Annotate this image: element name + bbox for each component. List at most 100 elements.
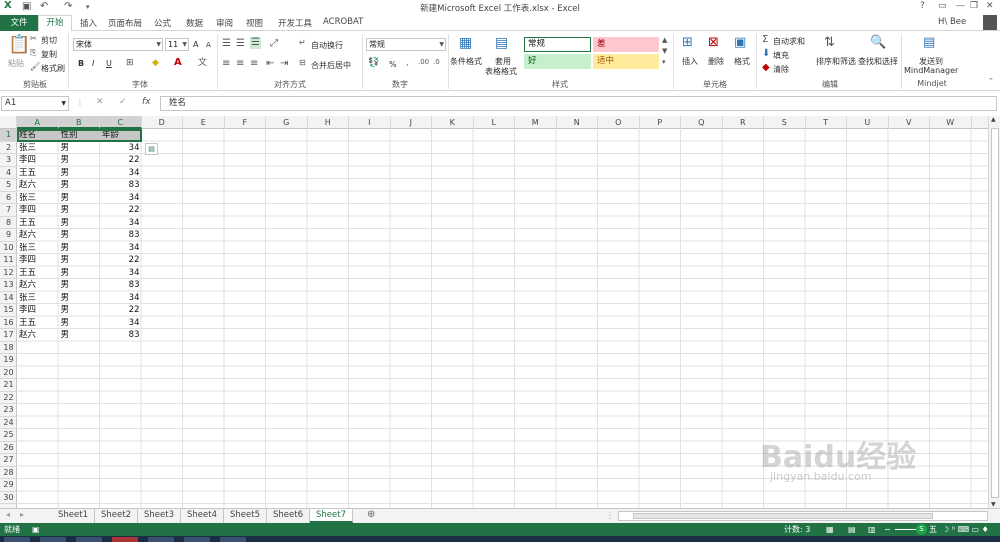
- table-cell[interactable]: 赵六: [17, 329, 59, 342]
- autosum-icon[interactable]: Σ: [762, 35, 768, 45]
- column-header-i[interactable]: I: [349, 116, 391, 129]
- row-header-18[interactable]: 18: [0, 342, 17, 354]
- orientation-icon[interactable]: ⤢: [270, 39, 278, 49]
- format-as-table-line2[interactable]: 表格格式: [485, 66, 517, 77]
- row-header-7[interactable]: 7: [0, 204, 17, 217]
- table-cell[interactable]: 男: [59, 167, 101, 180]
- sort-filter-button[interactable]: 排序和筛选: [816, 56, 856, 67]
- border-icon[interactable]: ⊞: [126, 59, 134, 68]
- table-cell[interactable]: 王五: [17, 167, 59, 180]
- zoom-slider[interactable]: [895, 529, 917, 530]
- table-cell[interactable]: 赵六: [17, 279, 59, 292]
- table-cell[interactable]: 男: [59, 142, 101, 155]
- insert-cells-icon[interactable]: ⊞: [682, 36, 693, 49]
- table-cell[interactable]: 34: [100, 192, 142, 205]
- fill-button[interactable]: 填充: [773, 50, 789, 61]
- column-header-e[interactable]: E: [183, 116, 225, 129]
- format-cells-icon[interactable]: ▣: [734, 36, 746, 49]
- user-name[interactable]: H\ Bee: [938, 17, 966, 27]
- prev-sheet-icon[interactable]: ◂: [6, 510, 10, 519]
- table-cell[interactable]: 男: [59, 279, 101, 292]
- drag-handle-icon[interactable]: ⋮: [76, 98, 84, 107]
- cancel-icon[interactable]: ✕: [96, 97, 104, 107]
- autosum-button[interactable]: 自动求和: [773, 36, 805, 47]
- sheet-tab-sheet4[interactable]: Sheet4: [181, 509, 224, 523]
- italic-button[interactable]: I: [92, 59, 94, 68]
- table-cell[interactable]: 男: [59, 217, 101, 230]
- taskbar-item[interactable]: [220, 537, 246, 542]
- wrap-text-button[interactable]: 自动换行: [311, 40, 343, 51]
- row-header-13[interactable]: 13: [0, 279, 17, 292]
- underline-button[interactable]: U: [106, 59, 112, 68]
- sort-filter-icon[interactable]: ⇅: [824, 36, 835, 49]
- align-left-icon[interactable]: ≡: [222, 59, 230, 69]
- styles-more-icon[interactable]: ▾: [662, 59, 666, 66]
- format-cells-button[interactable]: 格式: [734, 56, 750, 67]
- styles-scroll-up-icon[interactable]: ▲: [662, 37, 667, 44]
- normal-view-icon[interactable]: ▦: [826, 523, 834, 536]
- row-header-6[interactable]: 6: [0, 192, 17, 204]
- font-name-select[interactable]: 宋体 ▼: [73, 38, 163, 51]
- decrease-decimal-icon[interactable]: .0: [433, 59, 440, 66]
- send-mindmanager-line2[interactable]: MindManager: [904, 66, 958, 75]
- merge-center-icon[interactable]: ⊟: [299, 59, 306, 67]
- row-header-4[interactable]: 4: [0, 167, 17, 179]
- column-header-w[interactable]: W: [930, 116, 972, 129]
- enter-icon[interactable]: ✓: [119, 97, 127, 107]
- tab-view[interactable]: 视图: [246, 17, 263, 29]
- column-header-n[interactable]: N: [557, 116, 598, 129]
- taskbar-item[interactable]: [4, 537, 30, 542]
- format-painter-icon[interactable]: 🖌: [30, 63, 40, 71]
- font-color-icon[interactable]: A: [174, 58, 182, 68]
- column-header-q[interactable]: Q: [681, 116, 723, 129]
- row-header-27[interactable]: 27: [0, 454, 17, 467]
- row-header-15[interactable]: 15: [0, 304, 17, 317]
- align-bottom-icon[interactable]: ☰: [250, 37, 261, 49]
- table-cell[interactable]: 男: [59, 229, 101, 242]
- table-cell[interactable]: 李四: [17, 254, 59, 267]
- column-header-d[interactable]: D: [142, 116, 183, 129]
- copy-icon[interactable]: ⎘: [30, 49, 36, 57]
- collapse-ribbon-icon[interactable]: ⌃: [988, 78, 994, 85]
- row-header-17[interactable]: 17: [0, 329, 17, 342]
- column-header-k[interactable]: K: [432, 116, 474, 129]
- tab-data[interactable]: 数据: [186, 17, 203, 29]
- table-cell[interactable]: 34: [100, 267, 142, 280]
- zoom-out-icon[interactable]: −: [884, 523, 891, 536]
- row-header-25[interactable]: 25: [0, 429, 17, 442]
- column-header-f[interactable]: F: [225, 116, 266, 129]
- row-header-23[interactable]: 23: [0, 404, 17, 417]
- table-cell[interactable]: 李四: [17, 154, 59, 167]
- horizontal-scrollbar[interactable]: [618, 511, 988, 521]
- avatar[interactable]: [983, 15, 997, 30]
- row-header-11[interactable]: 11: [0, 254, 17, 267]
- table-cell[interactable]: 男: [59, 292, 101, 305]
- grow-font-button[interactable]: A: [193, 40, 198, 49]
- table-cell[interactable]: 李四: [17, 304, 59, 317]
- row-header-16[interactable]: 16: [0, 317, 17, 329]
- table-cell[interactable]: 男: [59, 267, 101, 280]
- input-method-icon[interactable]: S: [916, 524, 927, 535]
- decrease-indent-icon[interactable]: ⇤: [266, 59, 274, 69]
- table-cell[interactable]: 83: [100, 279, 142, 292]
- table-cell[interactable]: 男: [59, 204, 101, 217]
- table-cell[interactable]: 34: [100, 142, 142, 155]
- table-cell[interactable]: 男: [59, 192, 101, 205]
- row-header-1[interactable]: 1: [0, 129, 17, 142]
- row-header-5[interactable]: 5: [0, 179, 17, 192]
- tab-insert[interactable]: 插入: [80, 17, 97, 29]
- scroll-down-icon[interactable]: ▼: [991, 501, 996, 508]
- tab-formulas[interactable]: 公式: [154, 17, 171, 29]
- mindmanager-icon[interactable]: ▤: [923, 36, 935, 49]
- table-cell[interactable]: 王五: [17, 317, 59, 330]
- table-cell[interactable]: 83: [100, 179, 142, 192]
- column-header-b[interactable]: B: [58, 116, 100, 129]
- table-cell[interactable]: 34: [100, 292, 142, 305]
- table-cell[interactable]: 张三: [17, 292, 59, 305]
- table-cell[interactable]: 王五: [17, 217, 59, 230]
- column-header-g[interactable]: G: [266, 116, 308, 129]
- formula-input[interactable]: 姓名: [160, 96, 997, 111]
- table-cell[interactable]: 张三: [17, 142, 59, 155]
- style-normal[interactable]: 常规: [524, 37, 591, 52]
- table-cell[interactable]: 22: [100, 154, 142, 167]
